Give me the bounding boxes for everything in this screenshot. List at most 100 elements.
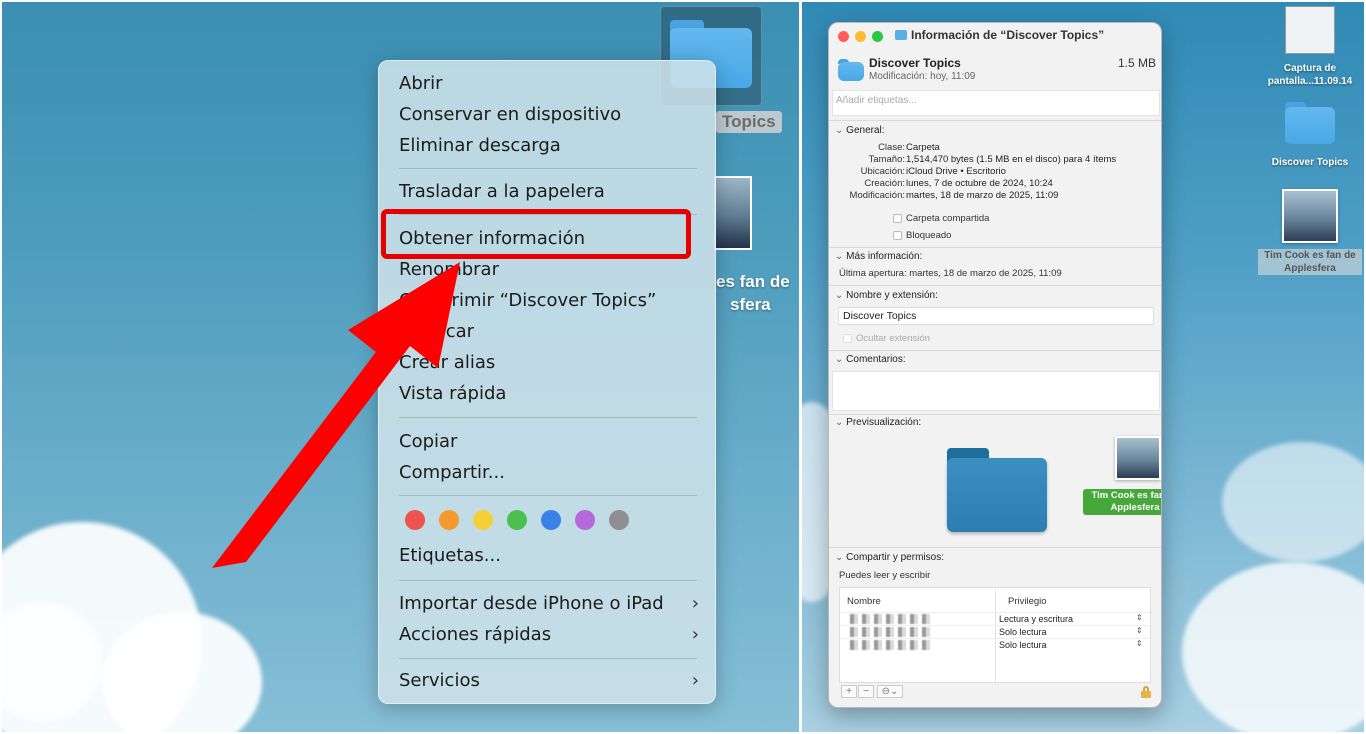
screenshot-thumbnail[interactable] [1285,6,1335,54]
info-window: Información de “Discover Topics” Discove… [828,22,1162,708]
chevron-updown-icon[interactable]: ⇕ [1136,626,1143,635]
dragged-photo-thumbnail[interactable] [1115,436,1161,480]
desktop-photo-label: Tim Cook es fan de Applesfera [1258,249,1362,275]
menu-item-importar[interactable]: Importar desde iPhone o iPad › [399,590,699,618]
menu-separator [399,495,697,496]
menu-item-abrir[interactable]: Abrir [399,70,699,98]
user-name-blurred [850,614,930,624]
screenshot-label-line2: pantalla...11.09.14 [1267,76,1353,87]
user-name-blurred [850,627,930,637]
section-comments-header[interactable]: Comentarios: [835,354,905,365]
tag-color-orange[interactable] [439,510,459,530]
menu-item-vista-rapida[interactable]: Vista rápida [399,380,699,408]
general-key: Modificación: [849,190,905,201]
tags-input[interactable]: Añadir etiquetas... [832,90,1160,116]
general-row-created: Creación: lunes, 7 de octubre de 2024, 1… [829,178,1161,190]
tag-color-gray[interactable] [609,510,629,530]
section-more-info-header[interactable]: Más información: [835,251,922,262]
remove-button[interactable]: − [858,685,874,698]
minimize-button[interactable] [855,31,866,42]
section-name-ext-header[interactable]: Nombre y extensión: [835,290,938,301]
general-row-modified: Modificación: martes, 18 de marzo de 202… [829,190,1161,202]
sharing-subtitle: Puedes leer y escribir [839,570,931,581]
col-header-name[interactable]: Nombre [847,596,881,607]
window-title: Información de “Discover Topics” [895,28,1104,42]
menu-item-compartir[interactable]: Compartir... [399,459,699,487]
menu-item-crear-alias[interactable]: Crear alias [399,349,699,377]
menu-separator [399,580,697,581]
chevron-updown-icon[interactable]: ⇕ [1136,613,1143,622]
locked-label: Bloqueado [906,230,952,241]
privilege-value[interactable]: Solo lectura [999,640,1047,650]
desktop-screenshot-label: Captura de pantalla...11.09.14 [1258,62,1362,88]
menu-item-acciones-rapidas[interactable]: Acciones rápidas › [399,621,699,649]
permissions-table: Nombre Privilegio Lectura y escritura ⇕ … [839,587,1151,683]
comments-textarea[interactable] [832,371,1160,411]
menu-item-copiar[interactable]: Copiar [399,428,699,456]
desktop-photo-thumbnail[interactable] [1282,189,1338,243]
menu-item-renombrar[interactable]: Renombrar [399,256,699,284]
section-sharing-header[interactable]: Compartir y permisos: [835,552,944,563]
right-screenshot: Captura de pantalla...11.09.14 Discover … [802,2,1364,732]
menu-item-servicios[interactable]: Servicios › [399,667,699,695]
item-name: Discover Topics [869,56,961,70]
zoom-button[interactable] [872,31,883,42]
menu-item-papelera[interactable]: Trasladar a la papelera [399,178,699,206]
hide-extension-label: Ocultar extensión [856,333,930,344]
chevron-right-icon: › [691,593,699,614]
menu-item-eliminar-descarga[interactable]: Eliminar descarga [399,132,699,160]
desktop-photo-thumbnail[interactable] [714,176,752,250]
chevron-right-icon: › [691,624,699,645]
item-modified: Modificación: hoy, 11:09 [869,71,976,82]
name-input[interactable]: Discover Topics [838,307,1154,325]
folder-icon [838,59,864,81]
user-name-blurred [850,640,930,650]
lock-icon[interactable] [1141,686,1151,698]
shared-folder-checkbox[interactable] [893,214,902,223]
menu-item-conservar[interactable]: Conservar en dispositivo [399,101,699,129]
folder-preview-icon [947,448,1047,532]
menu-item-etiquetas[interactable]: Etiquetas... [399,542,699,570]
menu-separator [399,417,697,418]
desktop-folder-label: Topics [716,111,782,133]
section-preview-header[interactable]: Previsualización: [835,417,921,428]
privilege-value[interactable]: Solo lectura [999,627,1047,637]
action-menu-button[interactable]: ⊖⌄ [877,685,903,698]
photo-label-line1: Tim Cook es fan de [1264,250,1356,261]
close-button[interactable] [838,31,849,42]
section-general-header[interactable]: General: [835,125,884,136]
desktop-photo-label-line2: sfera [730,295,771,314]
cloud [1182,562,1364,732]
screenshot-label-line1: Captura de [1283,63,1337,74]
menu-item-duplicar[interactable]: Duplicar [399,318,699,346]
desktop-photo-label-line1: es fan de [716,272,790,291]
add-button[interactable]: + [841,685,857,698]
dragged-label-line2: Applesfera [1110,502,1160,513]
menu-item-servicios-label: Servicios [399,670,480,691]
window-title-text: Información de “Discover Topics” [911,28,1105,42]
chevron-right-icon: › [691,670,699,691]
privilege-value[interactable]: Lectura y escritura [999,614,1073,624]
col-header-privilege[interactable]: Privilegio [1008,596,1047,607]
general-value: lunes, 7 de octubre de 2024, 10:24 [906,178,1053,189]
tag-color-yellow[interactable] [473,510,493,530]
menu-item-comprimir[interactable]: Comprimir “Discover Topics” [399,287,699,315]
hide-extension-checkbox[interactable] [843,334,852,343]
table-row[interactable]: Solo lectura ⇕ [840,638,1150,651]
menu-separator [399,658,697,659]
tag-color-green[interactable] [507,510,527,530]
table-row[interactable]: Solo lectura ⇕ [840,625,1150,638]
tag-color-purple[interactable] [575,510,595,530]
photo-label-line2: Applesfera [1284,263,1336,274]
chevron-updown-icon[interactable]: ⇕ [1136,639,1143,648]
table-row[interactable]: Lectura y escritura ⇕ [840,612,1150,625]
separator [829,350,1161,351]
general-value: iCloud Drive • Escritorio [906,166,1006,177]
tag-color-red[interactable] [405,510,425,530]
tag-color-blue[interactable] [541,510,561,530]
folder-icon[interactable] [1285,102,1335,144]
locked-checkbox[interactable] [893,231,902,240]
cloud [1222,442,1364,562]
folder-icon [895,30,907,40]
general-row-size: Tamaño: 1,514,470 bytes (1.5 MB en el di… [829,154,1161,166]
